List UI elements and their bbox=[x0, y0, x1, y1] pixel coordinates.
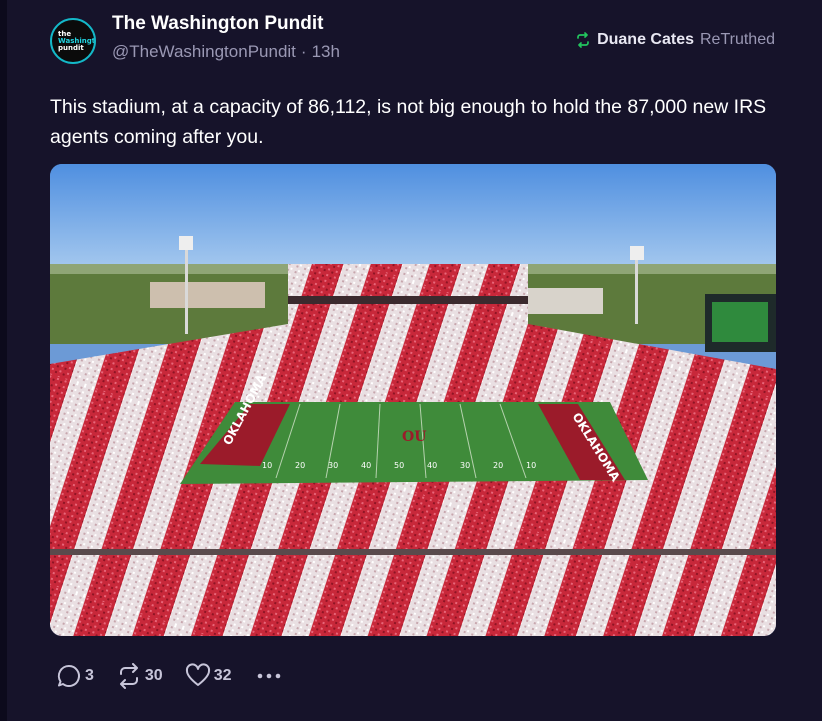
yard-number: 10 bbox=[526, 461, 536, 470]
like-action[interactable]: 32 bbox=[185, 663, 232, 689]
post-image-stadium[interactable]: OKLAHOMA OKLAHOMA OU 10 20 30 40 50 40 30 20 10 bbox=[50, 164, 776, 636]
meta-separator: · bbox=[300, 42, 307, 61]
yard-number: 50 bbox=[394, 461, 404, 470]
retruth-user[interactable]: Duane Cates bbox=[597, 31, 694, 49]
yard-number: 30 bbox=[460, 461, 470, 470]
heart-icon bbox=[185, 663, 210, 686]
retruth-action[interactable]: 30 bbox=[116, 663, 163, 689]
yard-number: 10 bbox=[262, 461, 272, 470]
author-handle[interactable]: @TheWashingtonPundit bbox=[112, 42, 296, 62]
reply-action[interactable]: 3 bbox=[56, 663, 94, 689]
avatar[interactable]: the Washington pundit bbox=[50, 18, 96, 64]
midfield-logo: OU bbox=[402, 429, 426, 445]
post-text: This stadium, at a capacity of 86,112, i… bbox=[50, 96, 767, 148]
yard-number: 40 bbox=[361, 461, 371, 470]
retruth-label: ReTruthed bbox=[700, 31, 775, 48]
reply-count: 3 bbox=[85, 667, 94, 684]
like-count: 32 bbox=[213, 667, 232, 684]
retruth-count: 30 bbox=[144, 667, 163, 684]
retruth-icon bbox=[577, 32, 589, 48]
post-actions: 3 30 32 bbox=[56, 663, 306, 689]
yard-number: 20 bbox=[295, 461, 305, 470]
reply-icon bbox=[57, 664, 80, 687]
post-time[interactable]: 13h bbox=[312, 42, 340, 62]
left-border bbox=[0, 0, 7, 721]
avatar-logo-text: the Washington pundit bbox=[58, 29, 96, 52]
stadium-illustration: OKLAHOMA OKLAHOMA OU 10 20 30 40 50 40 30 20 10 bbox=[50, 164, 776, 636]
retruth-action-icon bbox=[119, 663, 138, 689]
yard-number: 30 bbox=[328, 461, 338, 470]
yard-number: 20 bbox=[493, 461, 503, 470]
author-name[interactable]: The Washington Pundit bbox=[112, 13, 323, 35]
retruth-indicator: Duane Cates ReTruthed bbox=[575, 31, 775, 49]
author-meta: @TheWashingtonPundit · 13h bbox=[112, 42, 340, 62]
more-options-button[interactable] bbox=[254, 663, 284, 689]
yard-number: 40 bbox=[427, 461, 437, 470]
yard-numbers: 10 20 30 40 50 40 30 20 10 bbox=[262, 461, 536, 470]
more-icon bbox=[257, 673, 280, 679]
